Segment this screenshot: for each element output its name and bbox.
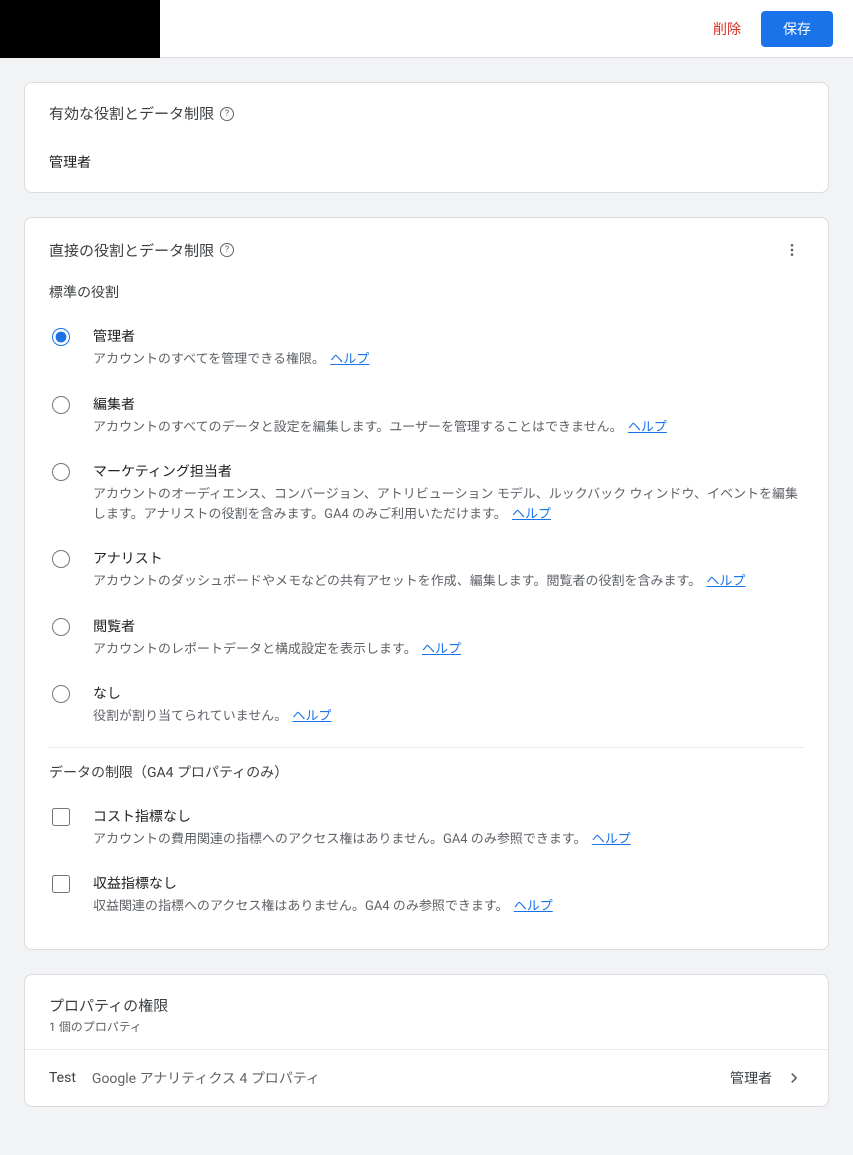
help-link[interactable]: ヘルプ — [330, 352, 369, 367]
role-name: アナリスト — [93, 548, 804, 568]
header-left — [0, 0, 160, 57]
role-body: 編集者アカウントのすべてのデータと設定を編集します。ユーザーを管理することはでき… — [93, 394, 804, 438]
property-header: プロパティの権限 1 個のプロパティ — [25, 975, 828, 1049]
help-link[interactable]: ヘルプ — [628, 420, 667, 435]
header-actions: 削除 保存 — [713, 11, 833, 47]
role-description: アカウントのレポートデータと構成設定を表示します。 ヘルプ — [93, 640, 804, 660]
role-body: 閲覧者アカウントのレポートデータと構成設定を表示します。 ヘルプ — [93, 616, 804, 660]
restriction-body: コスト指標なしアカウントの費用関連の指標へのアクセス権はありません。GA4 のみ… — [93, 806, 804, 850]
help-link[interactable]: ヘルプ — [592, 832, 631, 847]
more-vert-icon — [784, 242, 800, 258]
effective-roles-title: 有効な役割とデータ制限 ? — [49, 103, 804, 124]
role-description: アカウントのすべてのデータと設定を編集します。ユーザーを管理することはできません… — [93, 418, 804, 438]
direct-roles-title: 直接の役割とデータ制限 ? — [49, 240, 234, 261]
delete-button[interactable]: 削除 — [713, 19, 741, 39]
role-item[interactable]: 閲覧者アカウントのレポートデータと構成設定を表示します。 ヘルプ — [49, 604, 804, 672]
radio-wrap — [49, 394, 73, 414]
effective-roles-title-text: 有効な役割とデータ制限 — [49, 103, 214, 124]
direct-roles-header: 直接の役割とデータ制限 ? — [25, 218, 828, 274]
property-row[interactable]: Test Google アナリティクス 4 プロパティ 管理者 — [25, 1049, 828, 1106]
role-item[interactable]: なし役割が割り当てられていません。 ヘルプ — [49, 671, 804, 739]
restriction-name: コスト指標なし — [93, 806, 804, 826]
role-radio[interactable] — [52, 618, 70, 636]
role-name: マーケティング担当者 — [93, 461, 804, 481]
radio-wrap — [49, 326, 73, 346]
standard-roles-label: 標準の役割 — [25, 274, 828, 306]
checkbox-wrap — [49, 806, 73, 826]
role-radio[interactable] — [52, 685, 70, 703]
role-description: アカウントのオーディエンス、コンバージョン、アトリビューション モデル、ルックバ… — [93, 485, 804, 524]
redacted-block — [0, 0, 160, 58]
help-link[interactable]: ヘルプ — [514, 899, 553, 914]
role-description: アカウントのすべてを管理できる権限。 ヘルプ — [93, 350, 804, 370]
restriction-name: 収益指標なし — [93, 873, 804, 893]
role-radio[interactable] — [52, 550, 70, 568]
help-link[interactable]: ヘルプ — [512, 507, 551, 522]
role-name: 閲覧者 — [93, 616, 804, 636]
radio-wrap — [49, 548, 73, 568]
restrictions-section: データの制限（GA4 プロパティのみ） コスト指標なしアカウントの費用関連の指標… — [25, 748, 828, 949]
role-body: アナリストアカウントのダッシュボードやメモなどの共有アセットを作成、編集します。… — [93, 548, 804, 592]
role-body: マーケティング担当者アカウントのオーディエンス、コンバージョン、アトリビューショ… — [93, 461, 804, 524]
help-icon[interactable]: ? — [220, 107, 234, 121]
restriction-checkbox[interactable] — [52, 875, 70, 893]
restriction-body: 収益指標なし収益関連の指標へのアクセス権はありません。GA4 のみ参照できます。… — [93, 873, 804, 917]
role-name: なし — [93, 683, 804, 703]
role-description: 役割が割り当てられていません。 ヘルプ — [93, 707, 804, 727]
save-button[interactable]: 保存 — [761, 11, 833, 47]
page-header: 削除 保存 — [0, 0, 853, 58]
help-link[interactable]: ヘルプ — [292, 709, 331, 724]
property-type: Google アナリティクス 4 プロパティ — [92, 1068, 320, 1088]
role-radio[interactable] — [52, 396, 70, 414]
role-item[interactable]: アナリストアカウントのダッシュボードやメモなどの共有アセットを作成、編集します。… — [49, 536, 804, 604]
content: 有効な役割とデータ制限 ? 管理者 直接の役割とデータ制限 ? 標準の役割 管理… — [0, 58, 853, 1155]
property-list: Test Google アナリティクス 4 プロパティ 管理者 — [25, 1049, 828, 1106]
restriction-list: コスト指標なしアカウントの費用関連の指標へのアクセス権はありません。GA4 のみ… — [49, 794, 804, 929]
property-count: 1 個のプロパティ — [49, 1018, 804, 1035]
restrictions-label: データの制限（GA4 プロパティのみ） — [49, 762, 804, 782]
role-item[interactable]: マーケティング担当者アカウントのオーディエンス、コンバージョン、アトリビューショ… — [49, 449, 804, 536]
restriction-item[interactable]: コスト指標なしアカウントの費用関連の指標へのアクセス権はありません。GA4 のみ… — [49, 794, 804, 862]
chevron-right-icon — [784, 1068, 804, 1088]
role-radio[interactable] — [52, 463, 70, 481]
role-name: 編集者 — [93, 394, 804, 414]
radio-wrap — [49, 461, 73, 481]
more-menu-button[interactable] — [780, 238, 804, 262]
role-body: 管理者アカウントのすべてを管理できる権限。 ヘルプ — [93, 326, 804, 370]
role-name: 管理者 — [93, 326, 804, 346]
role-description: アカウントのダッシュボードやメモなどの共有アセットを作成、編集します。閲覧者の役… — [93, 572, 804, 592]
role-body: なし役割が割り当てられていません。 ヘルプ — [93, 683, 804, 727]
property-permissions-card: プロパティの権限 1 個のプロパティ Test Google アナリティクス 4 … — [24, 974, 829, 1107]
restriction-description: アカウントの費用関連の指標へのアクセス権はありません。GA4 のみ参照できます。… — [93, 830, 804, 850]
role-item[interactable]: 管理者アカウントのすべてを管理できる権限。 ヘルプ — [49, 314, 804, 382]
radio-wrap — [49, 616, 73, 636]
help-link[interactable]: ヘルプ — [422, 642, 461, 657]
property-name: Test — [49, 1070, 76, 1086]
effective-roles-card: 有効な役割とデータ制限 ? 管理者 — [24, 82, 829, 193]
property-right: 管理者 — [730, 1068, 804, 1088]
restriction-item[interactable]: 収益指標なし収益関連の指標へのアクセス権はありません。GA4 のみ参照できます。… — [49, 861, 804, 929]
role-list: 管理者アカウントのすべてを管理できる権限。 ヘルプ編集者アカウントのすべてのデー… — [25, 306, 828, 739]
radio-wrap — [49, 683, 73, 703]
effective-role-value: 管理者 — [49, 152, 804, 172]
restriction-description: 収益関連の指標へのアクセス権はありません。GA4 のみ参照できます。 ヘルプ — [93, 897, 804, 917]
restriction-checkbox[interactable] — [52, 808, 70, 826]
direct-roles-card: 直接の役割とデータ制限 ? 標準の役割 管理者アカウントのすべてを管理できる権限… — [24, 217, 829, 950]
role-item[interactable]: 編集者アカウントのすべてのデータと設定を編集します。ユーザーを管理することはでき… — [49, 382, 804, 450]
direct-roles-title-text: 直接の役割とデータ制限 — [49, 240, 214, 261]
role-radio[interactable] — [52, 328, 70, 346]
help-link[interactable]: ヘルプ — [706, 574, 745, 589]
property-role: 管理者 — [730, 1068, 772, 1088]
help-icon[interactable]: ? — [220, 243, 234, 257]
checkbox-wrap — [49, 873, 73, 893]
property-left: Test Google アナリティクス 4 プロパティ — [49, 1068, 320, 1088]
property-title: プロパティの権限 — [49, 995, 804, 1016]
